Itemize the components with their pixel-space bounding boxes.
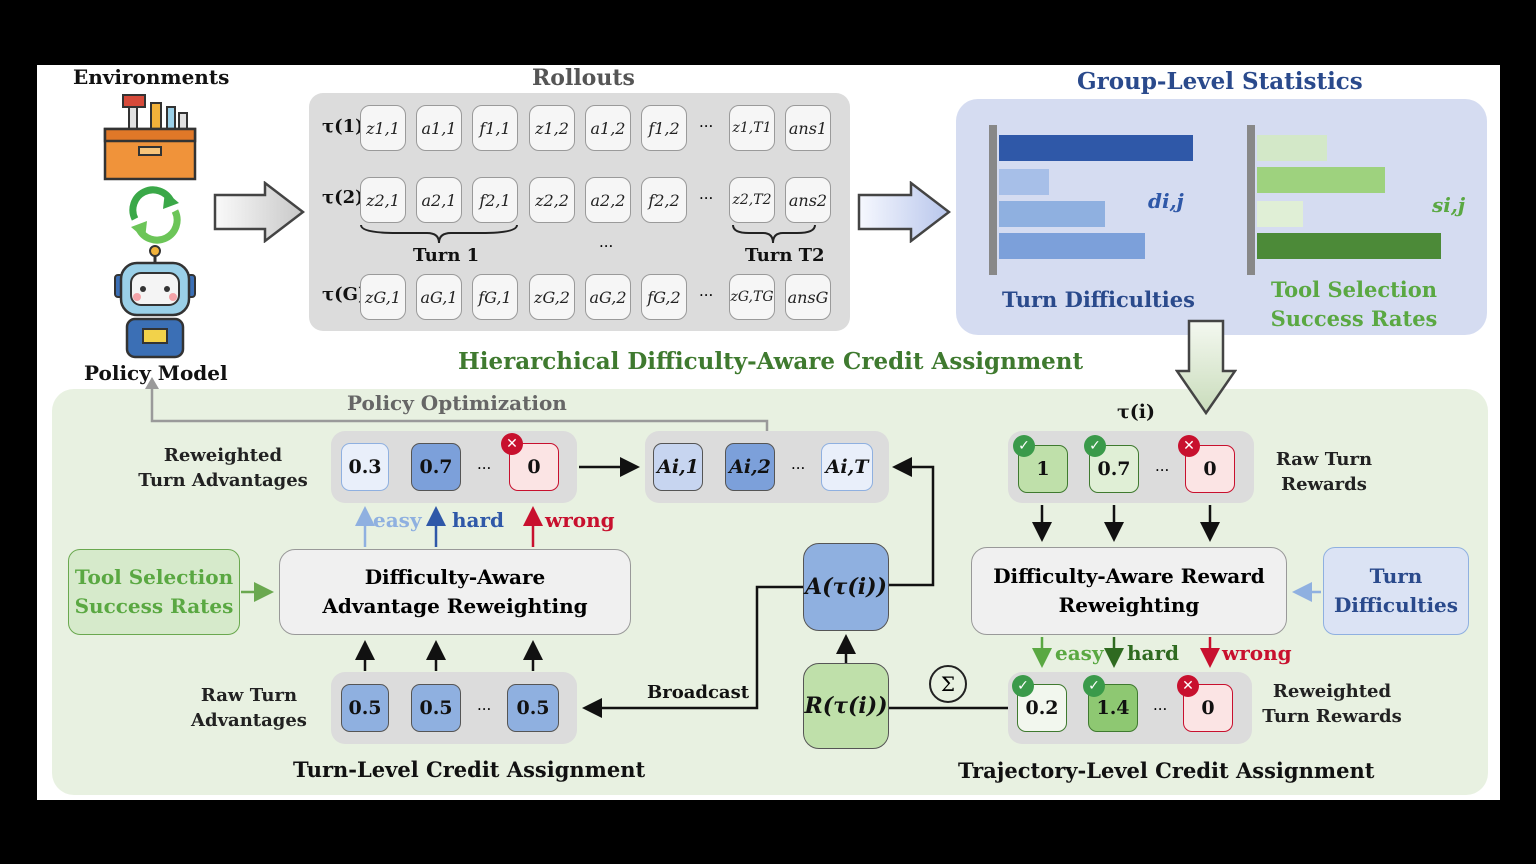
connector-arrows (241, 457, 1321, 718)
diagram-canvas: Environments Rollouts Group-Level Statis… (37, 65, 1500, 800)
